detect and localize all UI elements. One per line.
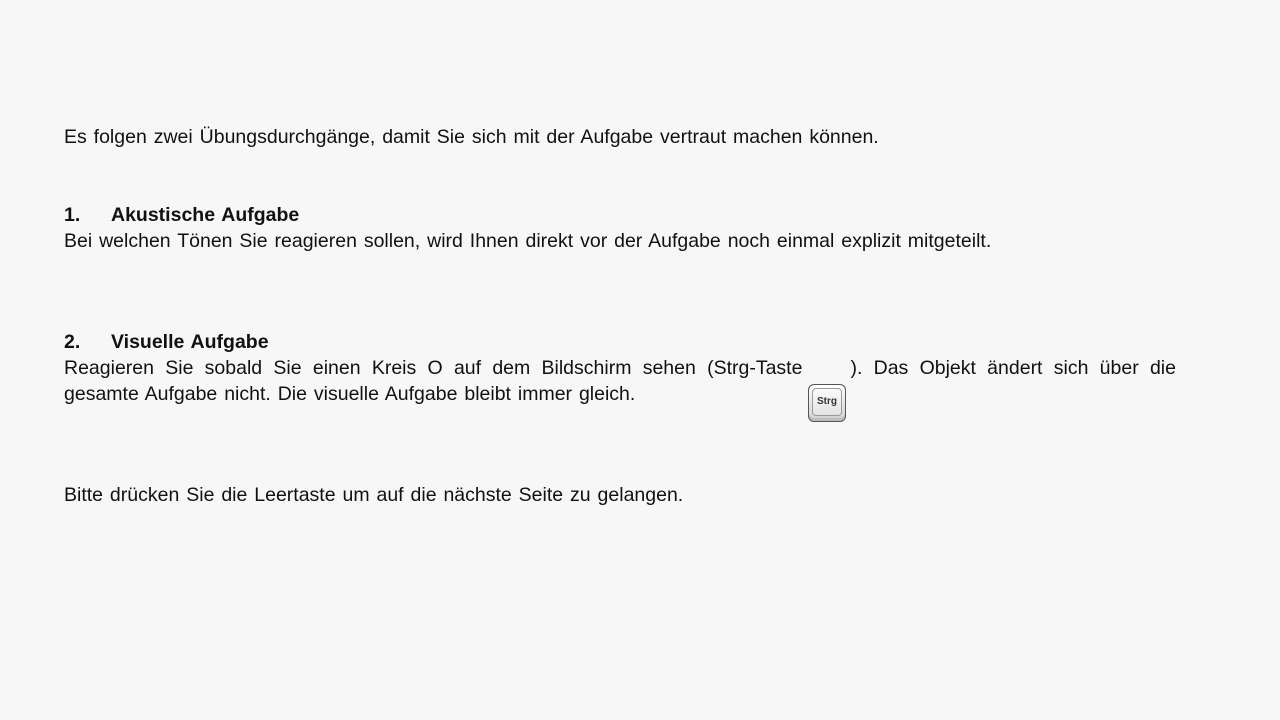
section-title: Visuelle Aufgabe [111,331,269,353]
section-visual-task: 2. Visuelle Aufgabe Reagieren Sie sobald … [64,329,1176,407]
section-heading: 2. Visuelle Aufgabe [64,329,1176,355]
intro-text: Es folgen zwei Übungsdurchgänge, damit S… [64,126,879,148]
strg-key-label: Strg [812,388,842,416]
strg-key-icon: Strg [808,384,846,422]
instruction-screen: Es folgen zwei Übungsdurchgänge, damit S… [0,0,1280,720]
continue-instruction: Bitte drücken Sie die Leertaste um auf d… [64,484,684,506]
section-description: Bei welchen Tönen Sie reagieren sollen, … [64,230,992,252]
section-acoustic-task: 1. Akustische Aufgabe Bei welchen Tönen S… [64,202,1176,254]
section-title: Akustische Aufgabe [111,204,300,226]
section-description-part-1: Reagieren Sie sobald Sie einen Kreis O a… [64,357,803,379]
section-description: Reagieren Sie sobald Sie einen Kreis O a… [64,355,1176,407]
section-number: 2. [64,331,81,353]
section-number: 1. [64,204,81,226]
section-heading: 1. Akustische Aufgabe [64,202,1176,228]
